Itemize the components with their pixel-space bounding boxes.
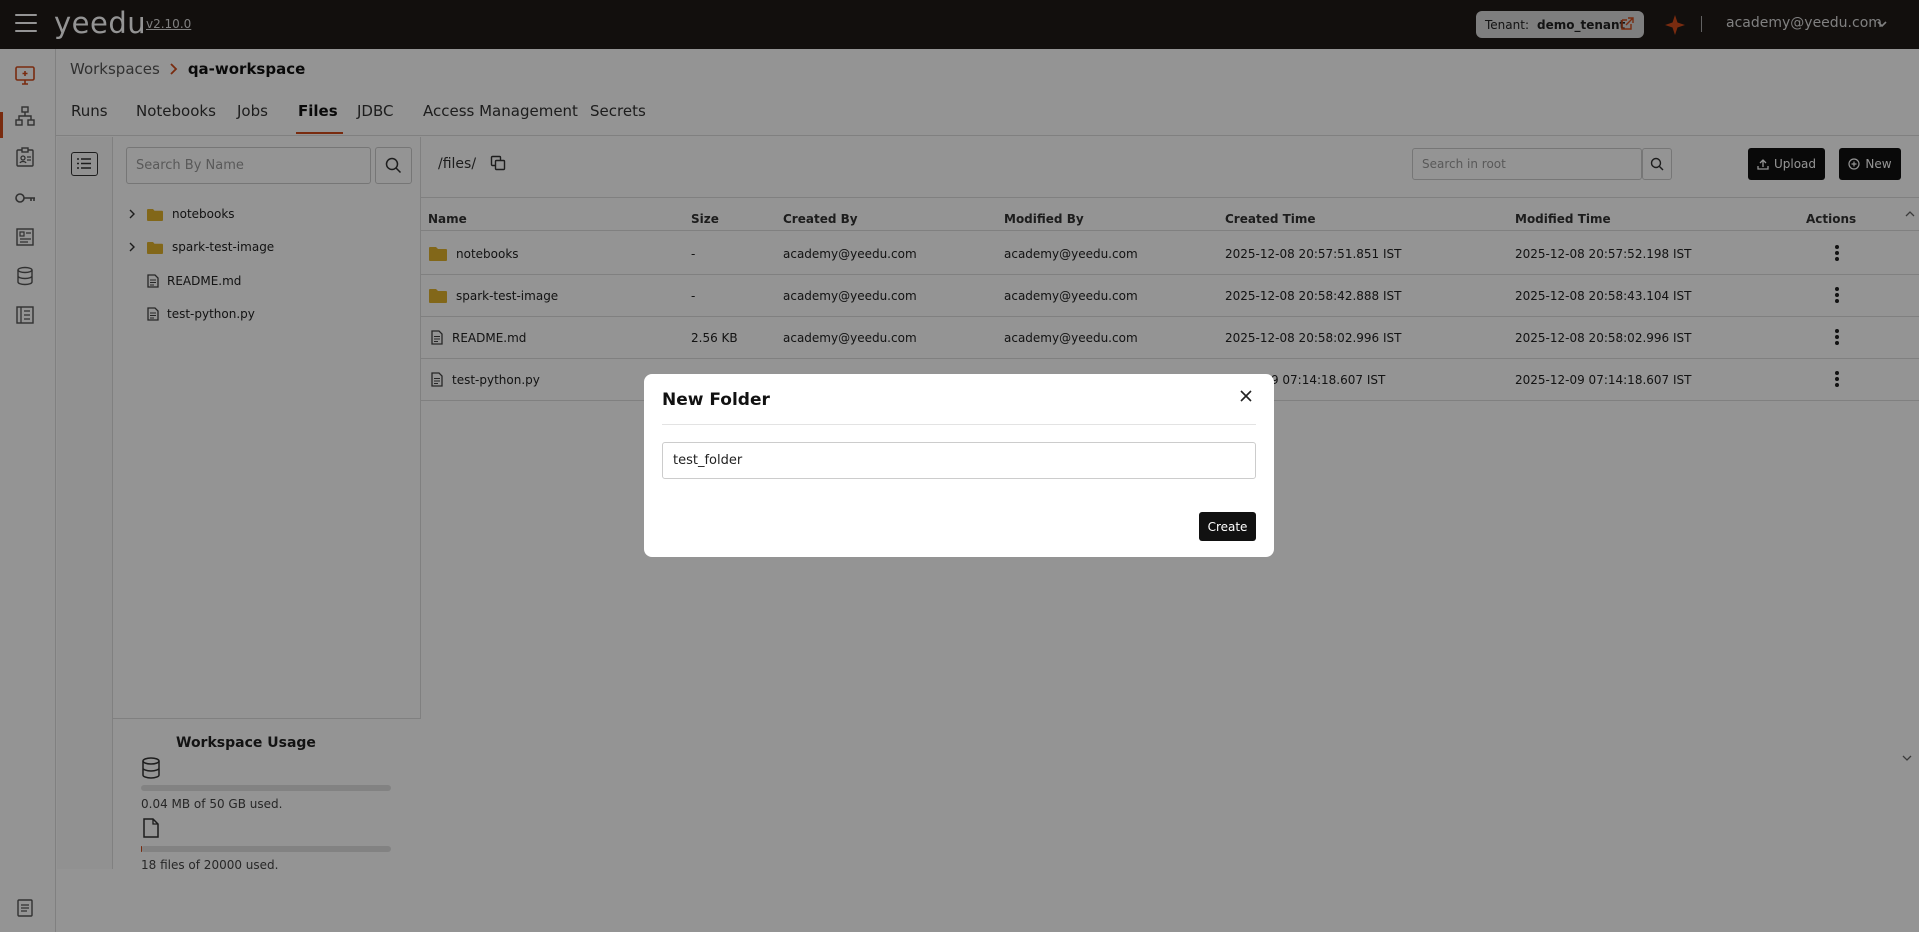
dialog-divider — [662, 424, 1256, 425]
dialog-title: New Folder — [662, 390, 770, 410]
new-folder-dialog: New Folder test_folder Create — [644, 374, 1274, 557]
create-button[interactable]: Create — [1199, 512, 1256, 541]
close-icon[interactable] — [1238, 388, 1254, 404]
folder-name-input[interactable]: test_folder — [662, 442, 1256, 479]
